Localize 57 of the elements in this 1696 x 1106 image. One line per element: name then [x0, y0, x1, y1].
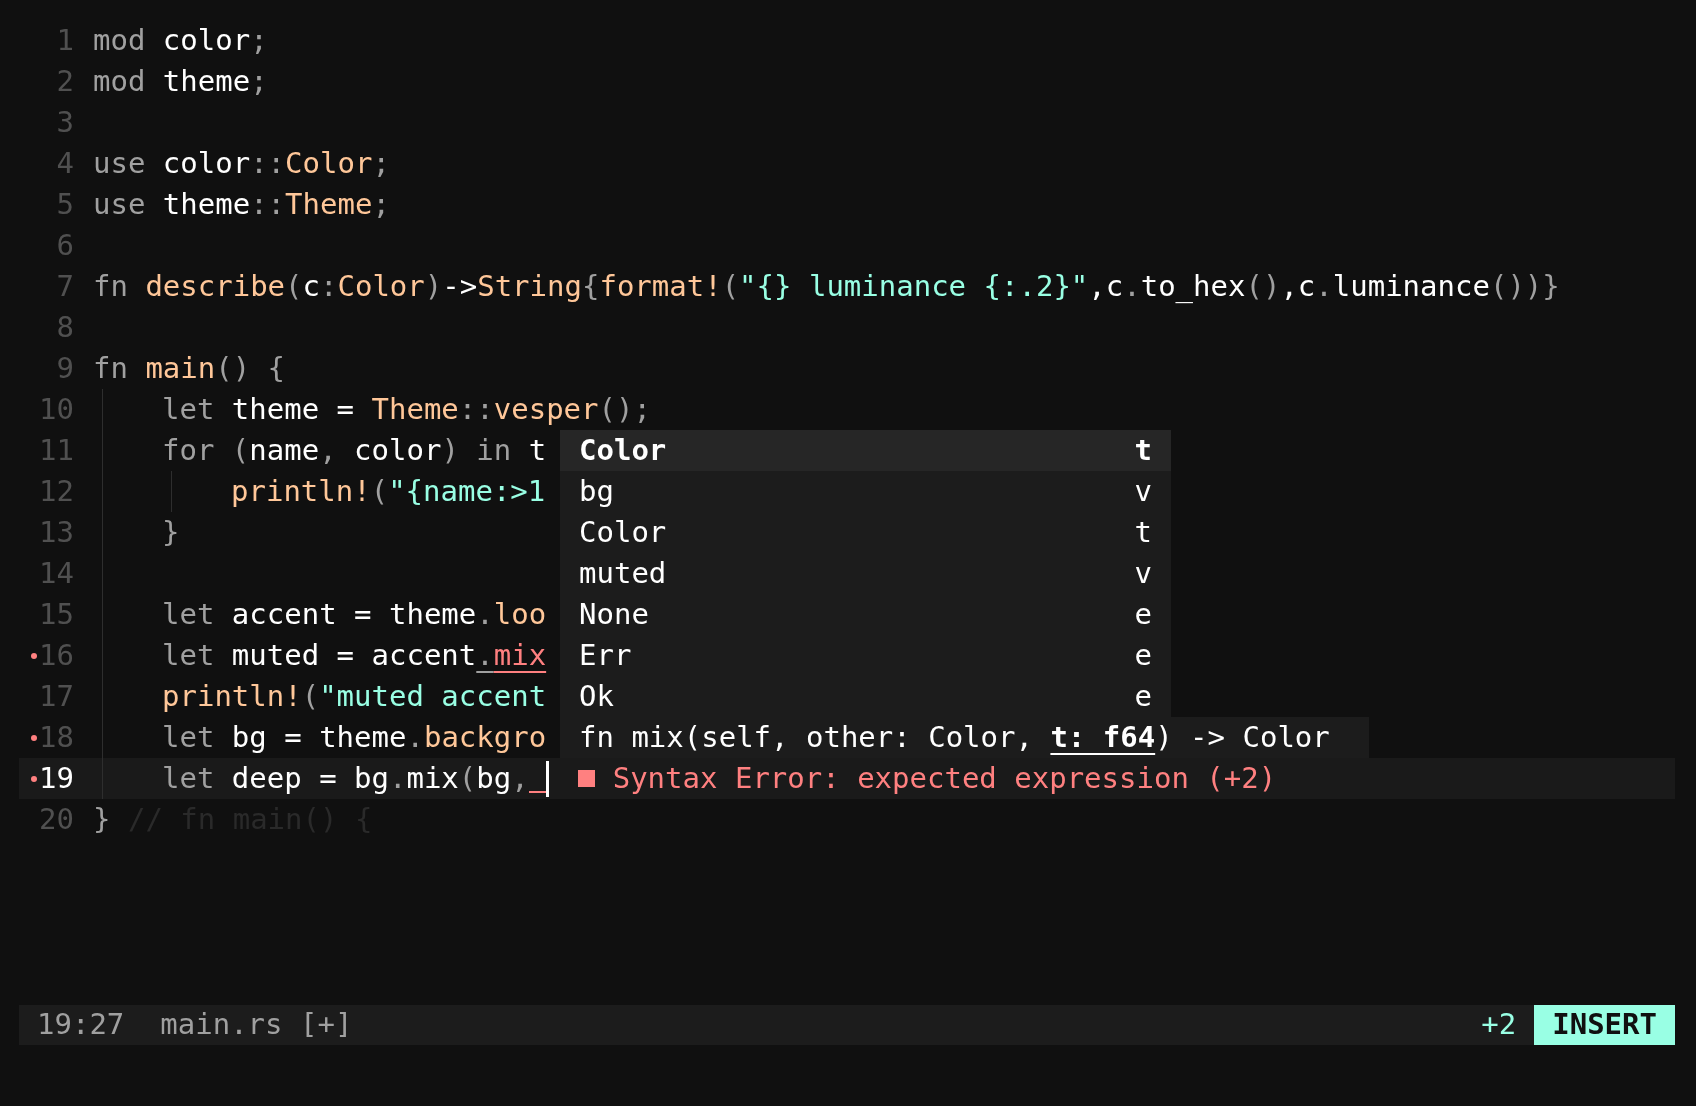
- code-line: let deep = bg.mix(bg,: [162, 759, 529, 797]
- line-number: 20: [39, 800, 74, 838]
- line-number: 11: [39, 431, 74, 469]
- line-number: 5: [56, 185, 74, 223]
- item-kind: e: [1134, 595, 1152, 633]
- item-kind: v: [1134, 554, 1152, 592]
- line-number: 3: [56, 103, 74, 141]
- line-number: 19: [39, 759, 74, 797]
- code-line: println!("{name:>1: [231, 472, 546, 510]
- code-line: fn main() {: [93, 349, 286, 387]
- code-line: mod theme;: [93, 62, 268, 100]
- code-line: let bg = theme.backgro: [162, 718, 547, 756]
- code-line: let theme = Theme::vesper();: [162, 390, 651, 428]
- completion-item[interactable]: Ok e: [560, 676, 1171, 717]
- completion-item[interactable]: muted v: [560, 553, 1171, 594]
- text-cursor: [528, 760, 549, 797]
- line-number: 12: [39, 472, 74, 510]
- line-number: 16: [39, 636, 74, 674]
- item-kind: v: [1134, 472, 1152, 510]
- diagnostic-count: +2: [1481, 1006, 1517, 1044]
- cursor-position: 19:27: [37, 1006, 125, 1044]
- completion-item[interactable]: Color t: [560, 430, 1171, 471]
- line-number: 7: [56, 267, 74, 305]
- code-line: use color::Color;: [93, 144, 390, 182]
- line-number: 6: [56, 226, 74, 264]
- code-line: let accent = theme.loo: [162, 595, 547, 633]
- code-line: fn describe(c:Color)->String{format!("{} luminance {:.2}",c.to_hex(),c.luminance())}: [93, 267, 1560, 305]
- completion-item[interactable]: Err e: [560, 635, 1171, 676]
- line-number: 18: [39, 718, 74, 756]
- completion-item[interactable]: Color t: [560, 512, 1171, 553]
- code-line: for (name, color) in t: [162, 431, 547, 469]
- line-number: 8: [56, 308, 74, 346]
- error-icon: [577, 770, 595, 787]
- code-line: let muted = accent.mix: [162, 636, 547, 674]
- code-line: println!("muted accent: [162, 677, 547, 715]
- code-line: mod color;: [93, 21, 268, 59]
- item-kind: e: [1134, 636, 1152, 674]
- completion-item[interactable]: bg v: [560, 471, 1171, 512]
- line-number: 15: [39, 595, 74, 633]
- mode-indicator: INSERT: [1534, 1005, 1675, 1045]
- file-name: main.rs [+]: [160, 1006, 353, 1044]
- code-line: use theme::Theme;: [93, 185, 390, 223]
- item-kind: t: [1134, 513, 1152, 551]
- line-number: 2: [56, 62, 74, 100]
- line-number: 4: [56, 144, 74, 182]
- line-number: 1: [56, 21, 74, 59]
- diagnostic-message: Syntax Error: expected expression (+2): [612, 759, 1277, 797]
- signature-help: fn mix(self, other: Color, t: f64) -> Color: [560, 717, 1369, 758]
- item-kind: e: [1134, 677, 1152, 715]
- completion-item[interactable]: None e: [560, 594, 1171, 635]
- line-number: 14: [39, 554, 74, 592]
- line-number: 13: [39, 513, 74, 551]
- code-line: }: [162, 513, 180, 551]
- line-number: 9: [56, 349, 74, 387]
- item-kind: t: [1134, 431, 1152, 469]
- line-number: 17: [39, 677, 74, 715]
- line-number: 10: [39, 390, 74, 428]
